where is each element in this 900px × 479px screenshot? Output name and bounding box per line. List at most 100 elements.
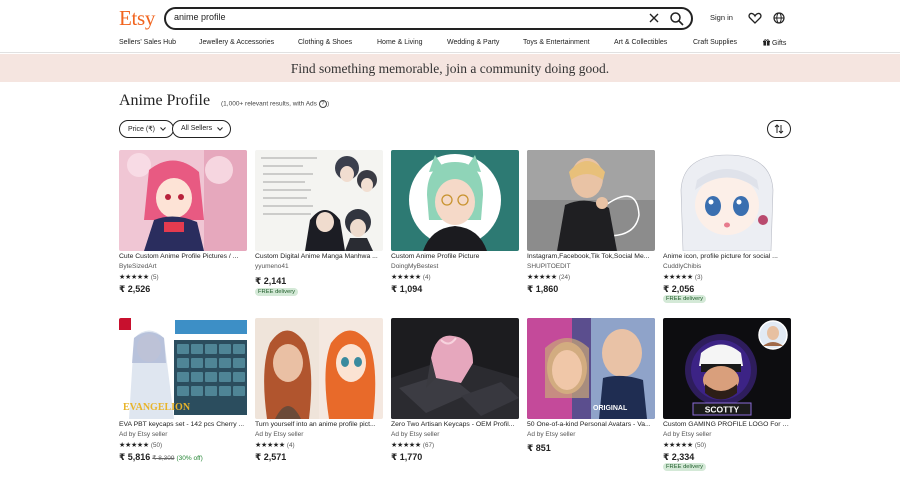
listing-title[interactable]: Turn yourself into an anime profile pict… [255,421,383,428]
listing-price: ₹ 1,860 [527,284,559,294]
listing-title[interactable]: Custom GAMING PROFILE LOGO For Y... [663,421,791,428]
search-bar[interactable]: anime profile [164,7,693,30]
listing-seller[interactable]: SHUPITOEDIT [527,263,571,270]
listing-rating: ★★★★★ (4) [391,273,431,281]
question-icon[interactable]: ? [318,100,327,108]
listing-image[interactable] [255,318,383,419]
review-count: (50) [694,442,707,449]
review-count: (3) [694,274,703,281]
listing-title[interactable]: Cute Custom Anime Profile Pictures / ... [119,253,247,260]
listing-seller[interactable]: CuddlyChibis [663,263,701,270]
nav-item-home[interactable]: Home & Living [377,39,423,46]
sellers-filter-button[interactable]: All Sellers [172,120,232,138]
review-count: (4) [422,274,431,281]
review-count: (5) [150,274,159,281]
sellers-filter-label: All Sellers [181,125,213,132]
sign-in-link[interactable]: Sign in [710,13,733,22]
star-rating-icon: ★★★★★ [527,274,557,281]
listing-image[interactable] [527,150,655,251]
search-icon[interactable] [668,10,686,28]
listing-image[interactable] [119,150,247,251]
nav-item-jewellery[interactable]: Jewellery & Accessories [199,39,274,46]
listing-image[interactable] [391,150,519,251]
listing-title[interactable]: Custom Digital Anime Manga Manhwa ... [255,253,383,260]
review-count: (50) [150,442,163,449]
listing-title[interactable]: Zero Two Artisan Keycaps - OEM Profil... [391,421,519,428]
star-rating-icon: ★★★★★ [391,442,421,449]
listing-seller[interactable]: ByteSizedArt [119,263,157,270]
chevron-down-icon [160,127,166,131]
listing-seller[interactable]: yyumeno41 [255,263,289,270]
listing-seller[interactable]: Ad by Etsy seller [391,431,439,438]
listing-price: ₹ 2,571 [255,452,287,462]
listing-title[interactable]: Custom Anime Profile Picture [391,253,519,260]
listing-price: ₹ 2,056 [663,284,695,294]
gift-icon [763,39,770,46]
nav-item-wedding[interactable]: Wedding & Party [447,39,499,46]
listing-seller[interactable]: Ad by Etsy seller [119,431,167,438]
review-count: (4) [286,442,295,449]
listing-rating: ★★★★★ (67) [391,441,434,449]
listing-rating: ★★★★★ (50) [119,441,162,449]
banner-text: Find something memorable, join a communi… [290,61,610,76]
header: Etsy anime profile Sign in [0,0,900,36]
listing-title[interactable]: EVA PBT keycaps set - 142 pcs Cherry ... [119,421,247,428]
listing-title[interactable]: Instagram,Facebook,Tik Tok,Social Me... [527,253,655,260]
listing-seller[interactable]: Ad by Etsy seller [663,431,711,438]
review-count: (67) [422,442,435,449]
review-count: (24) [558,274,571,281]
nav-item-gifts-label: Gifts [771,40,787,47]
listing-price: ₹ 2,334 [663,452,695,462]
listing-price: ₹ 5,816 ₹ 8,309 (30% off) [119,452,203,463]
listing-seller[interactable]: Ad by Etsy seller [527,431,575,438]
listing-image[interactable]: EVANGELION [119,318,247,419]
promo-banner: Find something memorable, join a communi… [0,54,900,82]
listing-image[interactable]: ORIGINAL [527,318,655,419]
star-rating-icon: ★★★★★ [119,274,149,281]
listing-seller[interactable]: Ad by Etsy seller [255,431,303,438]
results-count-text: (1,000+ relevant results, with Ads [221,100,317,108]
listing-title[interactable]: Anime icon, profile picture for social .… [663,253,791,260]
price-filter-label: Price (₹) [128,126,156,133]
original-price: ₹ 8,309 [152,455,175,462]
chevron-down-icon [217,127,223,131]
listing-seller[interactable]: DoingMyBestest [391,263,438,270]
nav-item-sellers-hub[interactable]: Sellers' Sales Hub [119,39,176,46]
heart-icon[interactable] [748,11,762,25]
nav-item-toys[interactable]: Toys & Entertainment [523,39,590,46]
close-icon[interactable] [647,11,661,25]
star-rating-icon: ★★★★★ [663,274,693,281]
sale-price: ₹ 5,816 [119,452,151,462]
free-delivery-badge: FREE delivery [663,463,707,471]
price-filter-button[interactable]: Price (₹) [119,120,175,138]
listing-image[interactable] [391,318,519,419]
listing-image[interactable] [663,150,791,251]
listing-price: ₹ 1,094 [391,284,423,294]
star-rating-icon: ★★★★★ [663,442,693,449]
listing-price: ₹ 1,770 [391,452,423,462]
etsy-logo[interactable]: Etsy [119,6,155,31]
sort-button[interactable] [767,120,791,138]
nav-item-clothing[interactable]: Clothing & Shoes [298,39,352,46]
listing-title[interactable]: 50 One-of-a-kind Personal Avatars - Va..… [527,421,655,428]
search-input[interactable]: anime profile [174,12,226,22]
nav-item-art[interactable]: Art & Collectibles [614,39,667,46]
nav-item-craft[interactable]: Craft Supplies [693,39,737,46]
listing-price: ₹ 2,526 [119,284,151,294]
globe-icon[interactable] [772,11,786,25]
nav-item-gifts[interactable]: Gifts [763,39,786,47]
star-rating-icon: ★★★★★ [119,442,149,449]
listing-rating: ★★★★★ (50) [663,441,706,449]
listing-rating: ★★★★★ (4) [255,441,295,449]
category-nav: Sellers' Sales Hub Jewellery & Accessori… [0,36,900,53]
listing-price: ₹ 851 [527,443,551,453]
keycap-brand-text: EVANGELION [123,402,191,413]
listing-rating: ★★★★★ (3) [663,273,703,281]
gaming-logo-text: SCOTTY [705,405,740,415]
avatar-caption-text: ORIGINAL [593,405,628,412]
discount-label: (30% off) [176,455,203,462]
star-rating-icon: ★★★★★ [255,442,285,449]
listing-image[interactable] [255,150,383,251]
listing-image[interactable]: SCOTTY [663,318,791,419]
page-title: Anime Profile [119,92,211,109]
